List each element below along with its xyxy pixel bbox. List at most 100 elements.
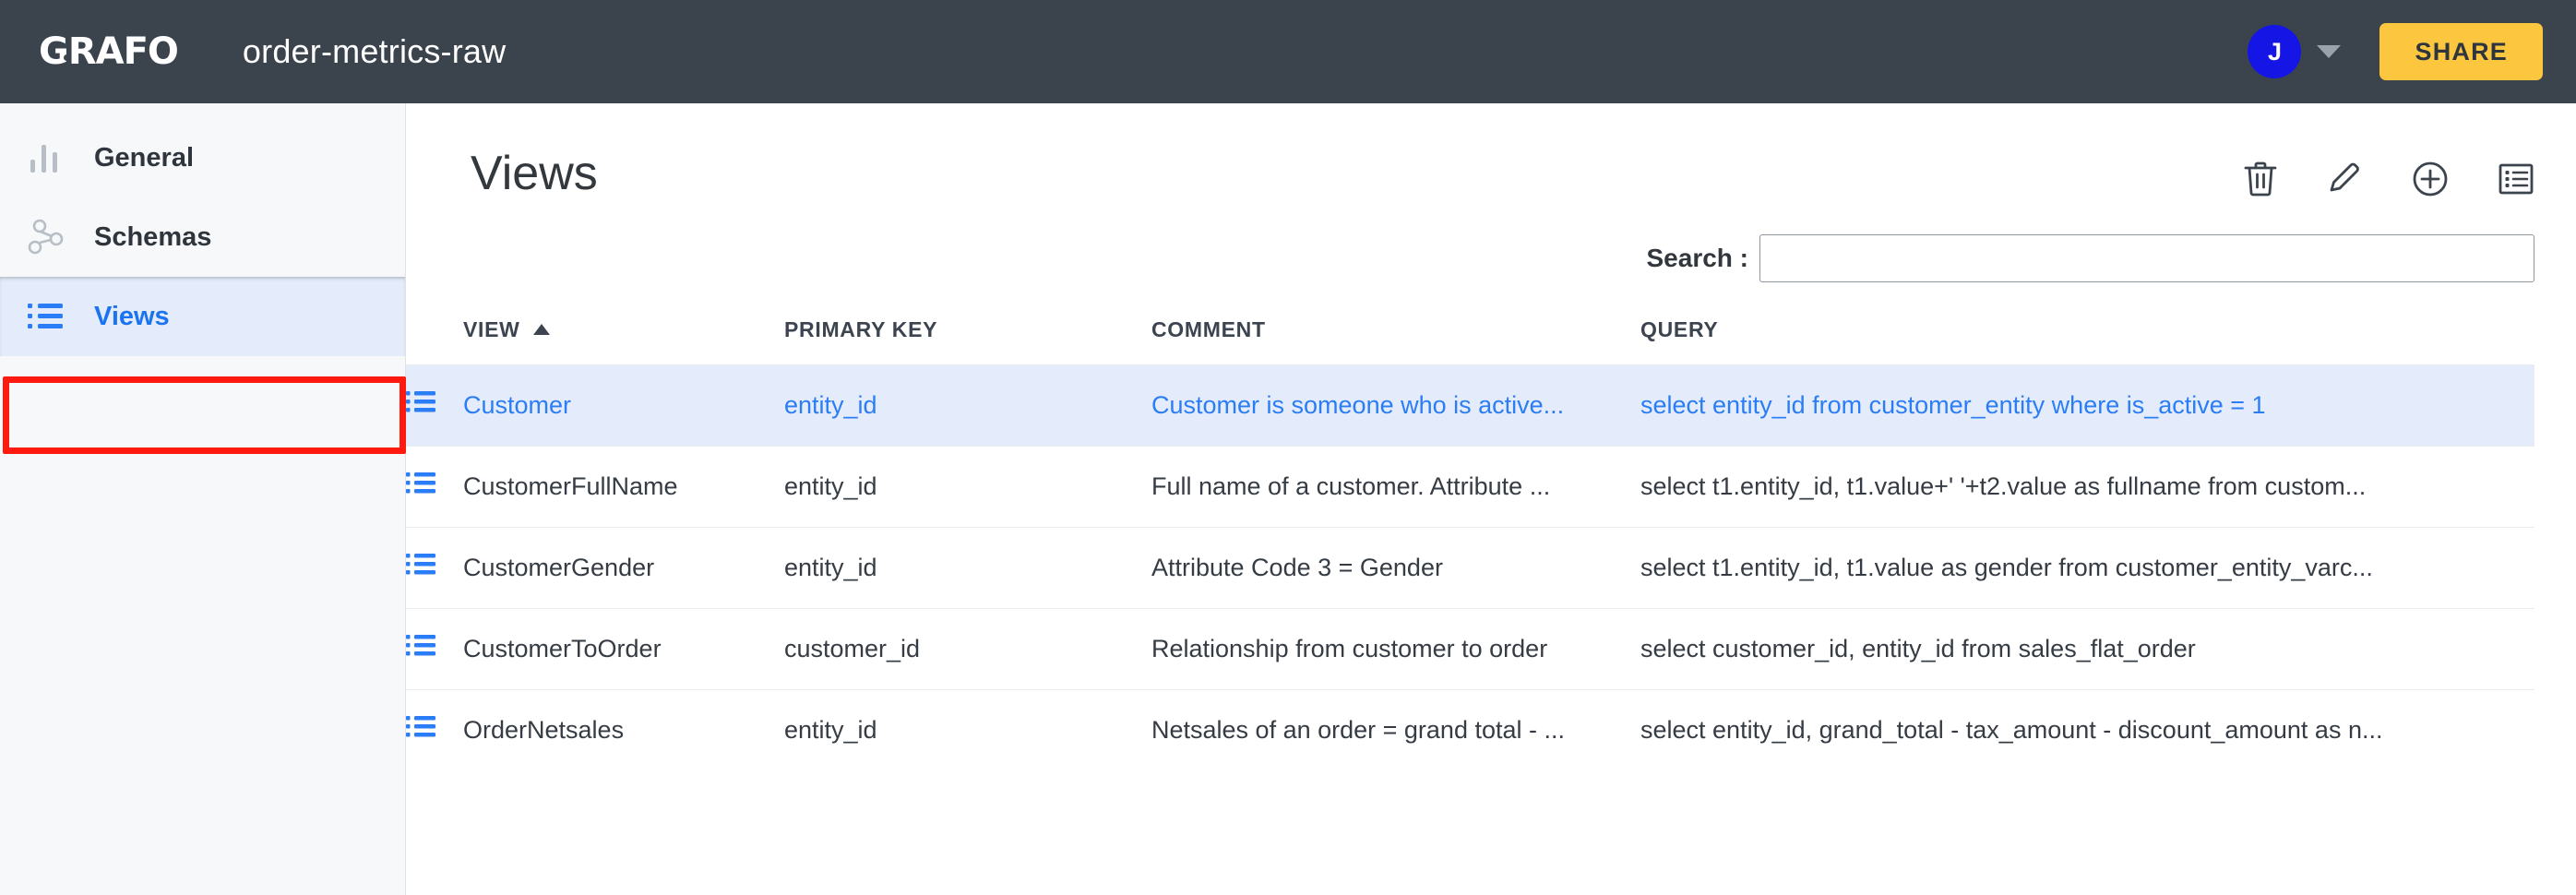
table-header-row: VIEW PRIMARY KEY COMMENT QUERY — [406, 317, 2534, 365]
cell-primary-key: entity_id — [784, 364, 1151, 447]
share-button[interactable]: SHARE — [2379, 23, 2543, 80]
top-bar: GRAFO order-metrics-raw J SHARE — [0, 0, 2576, 103]
comment-value: Full name of a customer. Attribute ... — [1151, 472, 1551, 500]
list-icon — [406, 716, 437, 746]
row-icon-cell — [406, 689, 463, 771]
list-icon — [406, 554, 437, 583]
row-icon-cell — [406, 608, 463, 690]
table-row[interactable]: CustomerFullName entity_id Full name of … — [406, 446, 2534, 528]
sidebar-item-general[interactable]: General — [0, 118, 405, 197]
cell-comment: Netsales of an order = grand total - ... — [1151, 689, 1640, 771]
view-link[interactable]: Customer — [463, 391, 571, 419]
delete-button[interactable] — [2243, 161, 2278, 197]
graph-nodes-icon — [28, 219, 78, 256]
list-icon — [28, 301, 78, 332]
cell-query: select customer_id, entity_id from sales… — [1640, 608, 2534, 690]
annotation-highlight-box — [3, 376, 406, 454]
cell-view[interactable]: CustomerFullName — [463, 446, 784, 528]
chevron-down-icon[interactable] — [2317, 45, 2342, 58]
header-spacer — [406, 317, 463, 365]
column-header-query[interactable]: QUERY — [1640, 317, 2534, 365]
primary-key-value: entity_id — [784, 472, 877, 500]
cell-view[interactable]: CustomerGender — [463, 527, 784, 609]
table-row[interactable]: CustomerToOrder customer_id Relationship… — [406, 608, 2534, 690]
views-table: VIEW PRIMARY KEY COMMENT QUERY Customer … — [406, 317, 2534, 771]
primary-key-value: entity_id — [784, 391, 877, 419]
sidebar-item-views-label: Views — [94, 301, 170, 331]
edit-button[interactable] — [2326, 161, 2363, 197]
view-name: CustomerFullName — [463, 472, 678, 500]
column-header-primary-key-label: PRIMARY KEY — [784, 317, 938, 341]
cell-primary-key: entity_id — [784, 527, 1151, 609]
cell-view[interactable]: OrderNetsales — [463, 689, 784, 771]
grafo-logo[interactable]: GRAFO — [39, 30, 179, 73]
primary-key-value: entity_id — [784, 716, 877, 745]
primary-key-value: customer_id — [784, 635, 921, 662]
app-root: GRAFO order-metrics-raw J SHARE General … — [0, 0, 2576, 895]
cell-query: select entity_id, grand_total - tax_amou… — [1640, 689, 2534, 771]
query-value: select t1.entity_id, t1.value+' '+t2.val… — [1640, 472, 2367, 500]
list-icon — [406, 472, 437, 502]
query-value: select customer_id, entity_id from sales… — [1640, 635, 2196, 662]
cell-query: select t1.entity_id, t1.value+' '+t2.val… — [1640, 446, 2534, 528]
logo-dot-icon — [64, 54, 70, 61]
comment-value: Attribute Code 3 = Gender — [1151, 554, 1443, 581]
cell-view[interactable]: CustomerToOrder — [463, 608, 784, 690]
column-header-view-label: VIEW — [463, 317, 520, 341]
cell-comment: Customer is someone who is active... — [1151, 364, 1640, 447]
query-value: select t1.entity_id, t1.value as gender … — [1640, 554, 2373, 581]
column-header-primary-key[interactable]: PRIMARY KEY — [784, 317, 1151, 365]
add-button[interactable] — [2411, 160, 2450, 198]
search-input[interactable] — [1759, 234, 2534, 282]
cell-comment: Attribute Code 3 = Gender — [1151, 527, 1640, 609]
project-title: order-metrics-raw — [242, 32, 507, 70]
avatar-initial: J — [2267, 37, 2282, 66]
avatar[interactable]: J — [2248, 25, 2302, 78]
sidebar-item-general-label: General — [94, 142, 194, 173]
search-row: Search : — [406, 201, 2576, 282]
views-table-head: VIEW PRIMARY KEY COMMENT QUERY — [406, 317, 2534, 365]
comment-value: Customer is someone who is active... — [1151, 391, 1565, 419]
content-toolbar — [2243, 149, 2534, 198]
views-table-body: Customer entity_id Customer is someone w… — [406, 364, 2534, 771]
cell-primary-key: entity_id — [784, 446, 1151, 528]
row-icon-cell — [406, 364, 463, 447]
table-row[interactable]: Customer entity_id Customer is someone w… — [406, 364, 2534, 447]
query-value: select entity_id from customer_entity wh… — [1640, 391, 2266, 419]
sidebar-item-schemas[interactable]: Schemas — [0, 197, 405, 277]
comment-value: Netsales of an order = grand total - ... — [1151, 716, 1565, 745]
primary-key-value: entity_id — [784, 554, 877, 581]
search-label: Search : — [1646, 244, 1749, 272]
bar-chart-icon — [28, 141, 78, 174]
grafo-logo-text: GRAFO — [39, 30, 179, 73]
cell-comment: Relationship from customer to order — [1151, 608, 1640, 690]
cell-view[interactable]: Customer — [463, 364, 784, 447]
column-header-query-label: QUERY — [1640, 317, 1719, 341]
cell-primary-key: customer_id — [784, 608, 1151, 690]
view-name: OrderNetsales — [463, 716, 625, 745]
cell-primary-key: entity_id — [784, 689, 1151, 771]
table-row[interactable]: CustomerGender entity_id Attribute Code … — [406, 527, 2534, 609]
row-icon-cell — [406, 446, 463, 528]
column-header-comment[interactable]: COMMENT — [1151, 317, 1640, 365]
list-icon — [406, 635, 437, 664]
cell-comment: Full name of a customer. Attribute ... — [1151, 446, 1640, 528]
main-header: Views — [406, 103, 2576, 201]
main-content: Views Search: VIEW PRIMARY KEY COMMENT … — [406, 103, 2576, 895]
list-icon — [406, 391, 437, 421]
body: General Schemas Views Views Search: VIE… — [0, 103, 2576, 895]
column-header-view[interactable]: VIEW — [463, 317, 784, 365]
view-name: CustomerGender — [463, 554, 655, 581]
table-row[interactable]: OrderNetsales entity_id Netsales of an o… — [406, 689, 2534, 771]
column-header-comment-label: COMMENT — [1151, 317, 1266, 341]
comment-value: Relationship from customer to order — [1151, 635, 1548, 662]
top-bar-right: J SHARE — [2248, 23, 2543, 80]
query-value: select entity_id, grand_total - tax_amou… — [1640, 716, 2383, 745]
list-view-button[interactable] — [2498, 161, 2534, 197]
row-icon-cell — [406, 527, 463, 609]
page-title: Views — [471, 147, 598, 200]
sidebar-item-views[interactable]: Views — [0, 277, 405, 356]
sidebar: General Schemas Views — [0, 103, 406, 895]
cell-query: select entity_id from customer_entity wh… — [1640, 364, 2534, 447]
sidebar-item-schemas-label: Schemas — [94, 221, 212, 252]
